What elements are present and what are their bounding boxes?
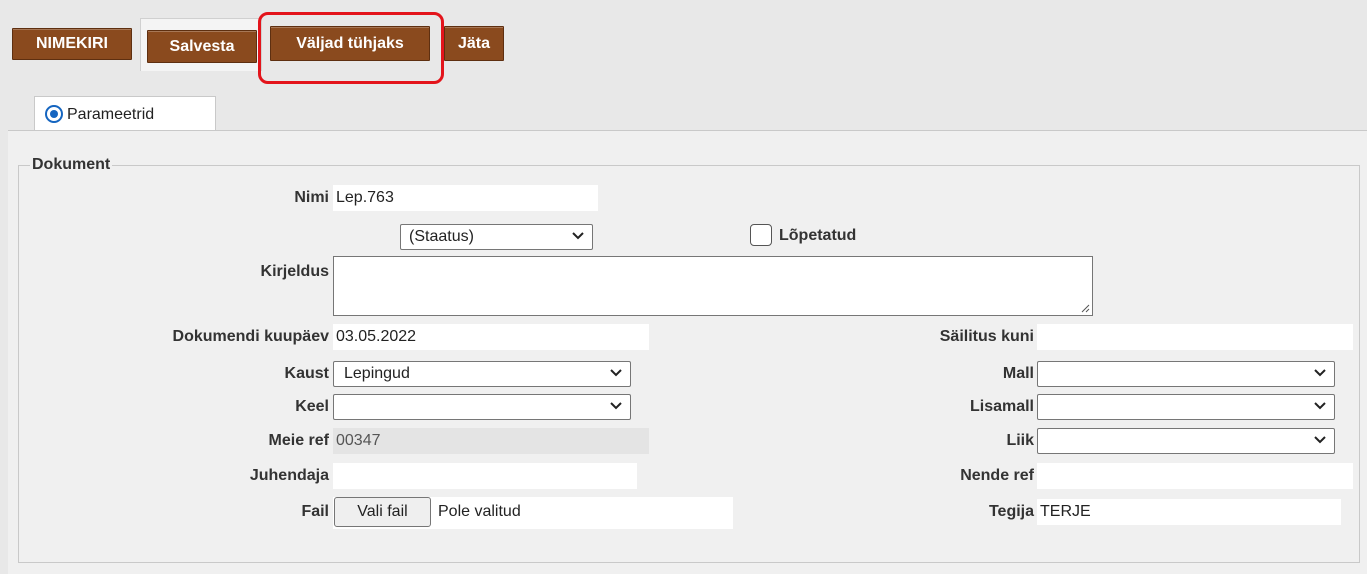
fail-label: Fail — [301, 503, 329, 520]
kaust-label: Kaust — [284, 365, 329, 382]
tegija-label: Tegija — [988, 503, 1034, 520]
kirjeldus-label: Kirjeldus — [260, 263, 329, 280]
staatus-select[interactable]: (Staatus) — [400, 224, 593, 250]
kaust-select[interactable]: Lepingud — [333, 361, 631, 387]
nimi-label: Nimi — [294, 189, 329, 206]
kaust-value: Lepingud — [344, 365, 410, 382]
keel-label: Keel — [295, 398, 329, 415]
tegija-input[interactable]: TERJE — [1037, 499, 1341, 525]
chevron-down-icon — [572, 232, 584, 240]
nende-ref-label: Nende ref — [960, 467, 1034, 484]
highlight-annotation — [258, 12, 444, 84]
salvesta-button[interactable]: Salvesta — [147, 30, 257, 63]
juhendaja-label: Juhendaja — [249, 467, 329, 484]
nimekiri-button[interactable]: NIMEKIRI — [12, 28, 132, 60]
juhendaja-input[interactable] — [333, 463, 637, 489]
chevron-down-icon — [1314, 402, 1326, 410]
liik-label: Liik — [1006, 432, 1034, 449]
sailitus-kuni-input[interactable] — [1037, 324, 1353, 350]
lisamall-select[interactable] — [1037, 394, 1335, 420]
chevron-down-icon — [1314, 436, 1326, 444]
nimi-input[interactable]: Lep.763 — [333, 185, 598, 211]
meie-ref-label: Meie ref — [268, 432, 329, 449]
sailitus-kuni-label: Säilitus kuni — [939, 328, 1034, 345]
chevron-down-icon — [1314, 369, 1326, 377]
choose-file-button[interactable]: Vali fail — [334, 497, 431, 527]
section-legend: Dokument — [30, 156, 113, 174]
staatus-value: (Staatus) — [409, 228, 474, 245]
keel-select[interactable] — [333, 394, 631, 420]
liik-select[interactable] — [1037, 428, 1335, 454]
file-status-text: Pole valitud — [438, 503, 521, 520]
jata-button[interactable]: Jäta — [444, 26, 504, 61]
meie-ref-input: 00347 — [333, 428, 649, 454]
chevron-down-icon — [610, 402, 622, 410]
nende-ref-input[interactable] — [1037, 463, 1353, 489]
dokumendi-kuupaev-label: Dokumendi kuupäev — [172, 328, 329, 345]
mall-label: Mall — [1002, 365, 1034, 382]
lopetatud-label: Lõpetatud — [779, 227, 857, 244]
mall-select[interactable] — [1037, 361, 1335, 387]
kirjeldus-textarea[interactable] — [333, 256, 1093, 316]
dokumendi-kuupaev-input[interactable]: 03.05.2022 — [333, 324, 649, 350]
tab-label: Parameetrid — [67, 106, 155, 123]
lisamall-label: Lisamall — [969, 398, 1034, 415]
resize-grip-icon[interactable] — [1080, 303, 1090, 313]
tab-parameetrid[interactable]: Parameetrid — [34, 96, 216, 130]
lopetatud-checkbox[interactable] — [750, 224, 772, 246]
chevron-down-icon — [610, 369, 622, 377]
radio-selected-icon — [45, 104, 63, 123]
toolbar: NIMEKIRI Salvesta Väljad tühjaks Jäta — [0, 0, 1367, 100]
